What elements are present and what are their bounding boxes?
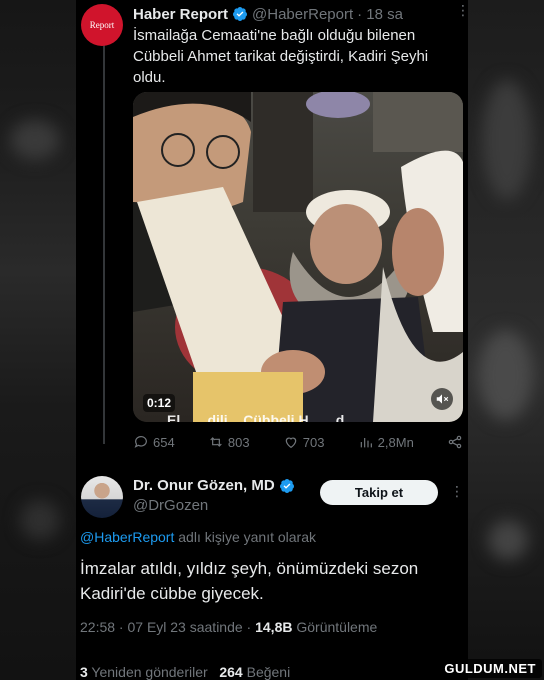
- tweet-header: Haber Report @HaberReport · 18 sa: [133, 4, 462, 24]
- views-chart-icon: [360, 438, 372, 448]
- author-handle[interactable]: @HaberReport: [252, 6, 353, 23]
- retweet-count: 803: [227, 434, 250, 450]
- tweet-text: İsmailağa Cemaati'ne bağlı olduğu bilene…: [133, 27, 429, 86]
- reply-author-name[interactable]: Dr. Onur Gözen, MD: [133, 477, 275, 494]
- reply-icon: [134, 436, 147, 448]
- like-count: 703: [302, 434, 325, 450]
- avatar[interactable]: Report: [81, 4, 123, 46]
- share-button[interactable]: [447, 434, 463, 450]
- more-options-icon[interactable]: ⋮: [450, 483, 464, 499]
- mute-toggle[interactable]: [431, 388, 453, 410]
- heart-icon: [285, 437, 297, 449]
- tweet-thread: Report Haber Report @HaberReport · 18 sa…: [76, 0, 468, 680]
- reply-header: Dr. Onur Gözen, MD: [133, 477, 295, 494]
- replied-user-link[interactable]: @HaberReport: [80, 529, 174, 545]
- reply-context: @HaberReport adlı kişiye yanıt olarak: [80, 529, 316, 545]
- reply-view-label: Görüntüleme: [292, 619, 378, 635]
- reply-author-handle[interactable]: @DrGozen: [133, 497, 208, 514]
- reply-text: İmzalar atıldı, yıldız şeyh, önümüzdeki …: [80, 559, 419, 603]
- retweet-label[interactable]: Yeniden gönderiler: [88, 664, 207, 680]
- author-name[interactable]: Haber Report: [133, 6, 228, 23]
- avatar[interactable]: [81, 476, 123, 518]
- video-duration: 0:12: [143, 394, 176, 412]
- views-button[interactable]: 2,8Mn: [358, 434, 414, 450]
- share-icon: [448, 435, 462, 449]
- reply-meta: 22:58 · 07 Eyl 23 saatinde · 14,8B Görün…: [80, 619, 377, 635]
- reply-stats: 3 Yeniden gönderiler 264 Beğeni: [80, 664, 290, 680]
- reply-count: 654: [153, 434, 175, 450]
- video-subtitle: El... ...dili... Cübbeli H... ...d: [167, 412, 345, 422]
- site-watermark: GULDUM.NET: [438, 659, 542, 678]
- follow-button[interactable]: Takip et: [320, 480, 438, 505]
- reply-timestamp[interactable]: 22:58 · 07 Eyl 23 saatinde ·: [80, 619, 255, 635]
- blurred-left-band: [0, 0, 76, 680]
- verified-badge-icon: [279, 478, 294, 493]
- more-options-icon[interactable]: ⋮: [456, 2, 468, 18]
- reply-view-count: 14,8B: [255, 619, 293, 635]
- thread-connector: [103, 44, 105, 444]
- reply-button[interactable]: 654: [133, 434, 175, 450]
- blurred-right-band: [468, 0, 544, 680]
- view-count: 2,8Mn: [377, 434, 414, 450]
- muted-speaker-icon: [436, 394, 449, 404]
- tweet-actions: 654 803 703 2,8Mn: [133, 432, 463, 452]
- avatar-label: Report: [89, 20, 115, 30]
- like-label[interactable]: Beğeni: [243, 664, 291, 680]
- retweet-icon: [210, 437, 222, 447]
- verified-badge-icon: [233, 7, 248, 21]
- video-scene-illustration: [133, 92, 463, 422]
- retweet-count[interactable]: 3: [80, 664, 88, 680]
- like-button[interactable]: 703: [283, 434, 325, 450]
- video-player[interactable]: El... ...dili... Cübbeli H... ...d 0:12: [133, 92, 463, 422]
- retweet-button[interactable]: 803: [208, 434, 250, 450]
- tweet-time[interactable]: · 18 sa: [357, 6, 403, 23]
- like-count[interactable]: 264: [219, 664, 242, 680]
- reply-context-label: adlı kişiye yanıt olarak: [174, 529, 316, 545]
